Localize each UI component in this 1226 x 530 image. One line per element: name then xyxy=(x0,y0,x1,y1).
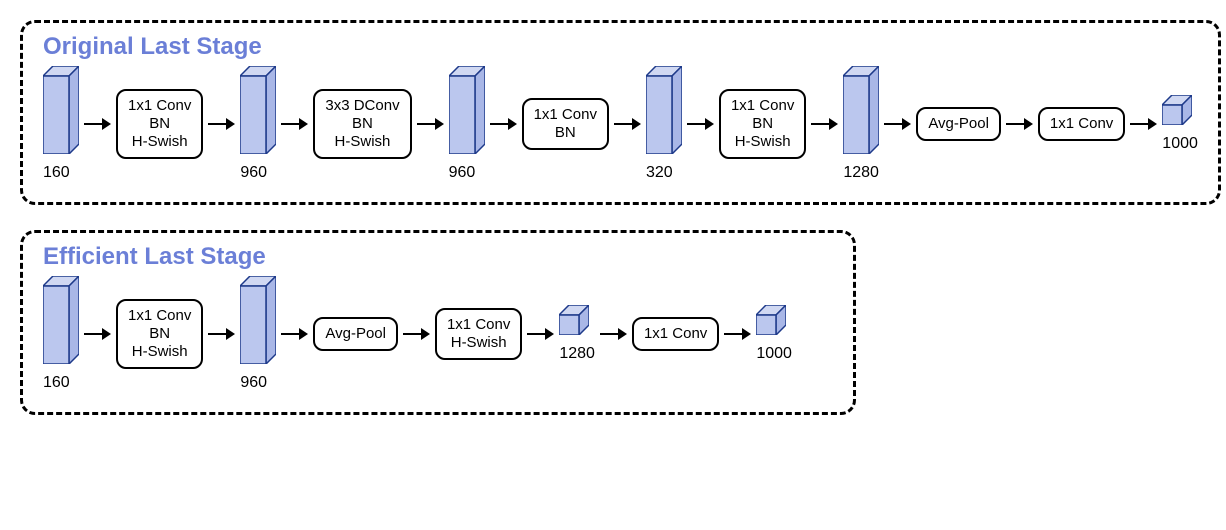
tensor-block: 960 xyxy=(240,66,276,182)
tensor-block: 320 xyxy=(646,66,682,182)
arrow-icon xyxy=(687,118,714,130)
tensor-icon xyxy=(756,305,786,335)
op-line: H-Swish xyxy=(128,133,191,151)
tensor-icon xyxy=(559,305,589,335)
tensor-icon xyxy=(449,66,485,154)
arrow-icon xyxy=(403,328,430,340)
original-stage-panel: Original Last Stage 1601x1 ConvBNH-Swish… xyxy=(20,20,1221,205)
operation-box: Avg-Pool xyxy=(313,317,398,351)
operation-box: 1x1 Conv xyxy=(1038,107,1125,141)
operation-box: 1x1 ConvBN xyxy=(522,98,609,150)
tensor-block: 960 xyxy=(449,66,485,182)
tensor-label: 160 xyxy=(43,374,70,392)
arrow-icon xyxy=(527,328,554,340)
operation-box: Avg-Pool xyxy=(916,107,1001,141)
op-line: BN xyxy=(128,115,191,133)
tensor-label: 960 xyxy=(240,164,267,182)
tensor-block: 160 xyxy=(43,66,79,182)
op-line: Avg-Pool xyxy=(325,325,386,343)
arrow-icon xyxy=(281,118,308,130)
operation-box: 1x1 Conv xyxy=(632,317,719,351)
tensor-icon xyxy=(43,66,79,154)
arrow-icon xyxy=(614,118,641,130)
tensor-icon xyxy=(843,66,879,154)
op-line: BN xyxy=(128,325,191,343)
op-line: H-Swish xyxy=(325,133,399,151)
tensor-label: 960 xyxy=(449,164,476,182)
op-line: H-Swish xyxy=(128,343,191,361)
op-line: H-Swish xyxy=(447,334,510,352)
op-line: Avg-Pool xyxy=(928,115,989,133)
arrow-icon xyxy=(208,328,235,340)
op-line: 1x1 Conv xyxy=(447,316,510,334)
arrow-icon xyxy=(884,118,911,130)
efficient-title: Efficient Last Stage xyxy=(43,243,833,271)
efficient-flow: 1601x1 ConvBNH-Swish 960Avg-Pool1x1 Conv… xyxy=(43,276,833,392)
tensor-icon xyxy=(1162,95,1192,125)
tensor-block: 160 xyxy=(43,276,79,392)
arrow-icon xyxy=(1130,118,1157,130)
arrow-icon xyxy=(84,118,111,130)
op-line: 3x3 DConv xyxy=(325,97,399,115)
operation-box: 1x1 ConvBNH-Swish xyxy=(116,299,203,369)
tensor-block: 960 xyxy=(240,276,276,392)
op-line: H-Swish xyxy=(731,133,794,151)
arrow-icon xyxy=(84,328,111,340)
op-line: BN xyxy=(534,124,597,142)
op-line: 1x1 Conv xyxy=(534,106,597,124)
arrow-icon xyxy=(208,118,235,130)
op-line: BN xyxy=(325,115,399,133)
tensor-label: 1000 xyxy=(756,345,792,363)
arrow-icon xyxy=(417,118,444,130)
tensor-label: 960 xyxy=(240,374,267,392)
tensor-block: 1280 xyxy=(843,66,879,182)
arrow-icon xyxy=(811,118,838,130)
tensor-block: 1000 xyxy=(756,305,792,363)
tensor-label: 1280 xyxy=(843,164,879,182)
op-line: 1x1 Conv xyxy=(1050,115,1113,133)
original-flow: 1601x1 ConvBNH-Swish 9603x3 DConvBNH-Swi… xyxy=(43,66,1198,182)
tensor-label: 160 xyxy=(43,164,70,182)
arrow-icon xyxy=(490,118,517,130)
efficient-stage-panel: Efficient Last Stage 1601x1 ConvBNH-Swis… xyxy=(20,230,856,415)
operation-box: 3x3 DConvBNH-Swish xyxy=(313,89,411,159)
operation-box: 1x1 ConvBNH-Swish xyxy=(719,89,806,159)
op-line: 1x1 Conv xyxy=(644,325,707,343)
tensor-block: 1280 xyxy=(559,305,595,363)
tensor-label: 320 xyxy=(646,164,673,182)
tensor-block: 1000 xyxy=(1162,95,1198,153)
tensor-label: 1000 xyxy=(1162,135,1198,153)
tensor-icon xyxy=(240,276,276,364)
op-line: 1x1 Conv xyxy=(128,307,191,325)
operation-box: 1x1 ConvH-Swish xyxy=(435,308,522,360)
operation-box: 1x1 ConvBNH-Swish xyxy=(116,89,203,159)
tensor-icon xyxy=(646,66,682,154)
tensor-label: 1280 xyxy=(559,345,595,363)
tensor-icon xyxy=(43,276,79,364)
op-line: BN xyxy=(731,115,794,133)
arrow-icon xyxy=(724,328,751,340)
tensor-icon xyxy=(240,66,276,154)
arrow-icon xyxy=(281,328,308,340)
arrow-icon xyxy=(1006,118,1033,130)
arrow-icon xyxy=(600,328,627,340)
op-line: 1x1 Conv xyxy=(128,97,191,115)
original-title: Original Last Stage xyxy=(43,33,1198,61)
op-line: 1x1 Conv xyxy=(731,97,794,115)
